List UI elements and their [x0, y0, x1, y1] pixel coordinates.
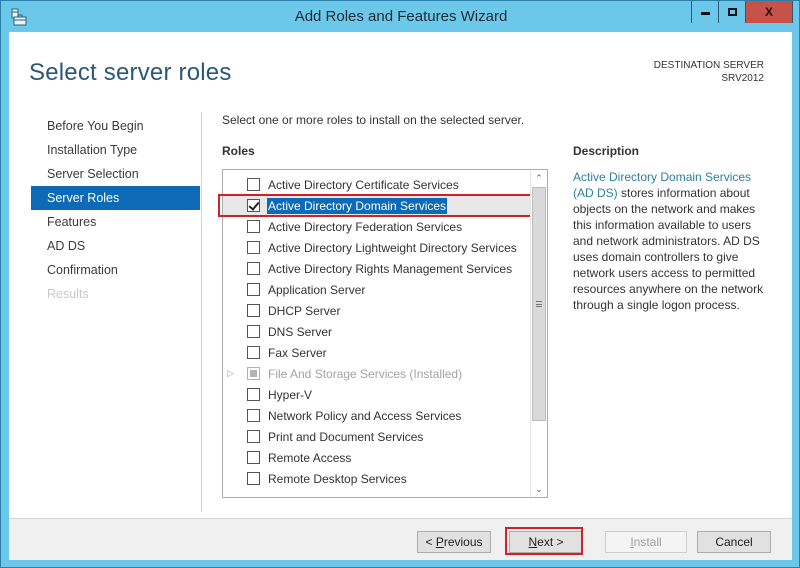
nav-item-before-you-begin[interactable]: Before You Begin: [31, 114, 200, 138]
role-item[interactable]: DNS Server: [223, 321, 531, 342]
role-checkbox[interactable]: [247, 220, 260, 233]
role-item[interactable]: Active Directory Rights Management Servi…: [223, 258, 531, 279]
scroll-thumb[interactable]: [532, 187, 546, 421]
roles-list[interactable]: Active Directory Certificate Services Act…: [218, 169, 548, 498]
role-item[interactable]: Network Policy and Access Services: [223, 405, 531, 426]
role-label: Network Policy and Access Services: [268, 408, 462, 423]
title-bar[interactable]: Add Roles and Features Wizard X: [1, 1, 800, 33]
role-item[interactable]: Application Server: [223, 279, 531, 300]
role-label: Active Directory Domain Services: [267, 197, 448, 214]
previous-rest: revious: [443, 535, 483, 549]
role-label: Print and Document Services: [268, 429, 424, 444]
wizard-footer: < Previous Next > Install Cancel: [9, 518, 792, 560]
role-label: Active Directory Lightweight Directory S…: [268, 240, 517, 255]
nav-item-results: Results: [47, 287, 89, 301]
role-checkbox[interactable]: [247, 199, 260, 212]
role-checkbox[interactable]: [247, 241, 260, 254]
window-controls: X: [691, 1, 793, 23]
scroll-up-button[interactable]: ⌃: [531, 170, 547, 186]
roles-list-items: Active Directory Certificate Services Act…: [218, 174, 534, 489]
role-label: File And Storage Services (Installed): [268, 366, 463, 381]
page-title: Select server roles: [29, 59, 232, 86]
description-heading: Description: [573, 144, 640, 158]
role-item[interactable]: ▷ File And Storage Services (Installed): [223, 363, 531, 384]
role-label: Application Server: [268, 282, 366, 297]
role-item[interactable]: Remote Access: [223, 447, 531, 468]
chevron-down-icon: ⌄: [535, 483, 543, 494]
role-item[interactable]: Active Directory Lightweight Directory S…: [223, 237, 531, 258]
nav-item-installation-type[interactable]: Installation Type: [31, 138, 200, 162]
role-item[interactable]: Active Directory Domain Services: [218, 194, 534, 217]
role-item[interactable]: Active Directory Federation Services: [223, 216, 531, 237]
nav-item-ad-ds[interactable]: AD DS: [31, 234, 200, 258]
instruction-text: Select one or more roles to install on t…: [222, 113, 525, 127]
role-checkbox[interactable]: [247, 304, 260, 317]
role-item[interactable]: Fax Server: [223, 342, 531, 363]
install-button[interactable]: Install: [605, 531, 687, 553]
destination-server: DESTINATION SERVER SRV2012: [654, 59, 764, 85]
nav-divider: [201, 112, 202, 512]
minimize-icon: [700, 12, 710, 15]
nav-item-server-selection[interactable]: Server Selection: [31, 162, 200, 186]
maximize-icon: [727, 8, 737, 16]
expand-arrow-icon[interactable]: ▷: [227, 368, 237, 379]
roles-list-scrollbar[interactable]: ⌃ ⌄: [530, 170, 547, 497]
grip-icon: [536, 301, 542, 307]
role-label: Active Directory Rights Management Servi…: [268, 261, 513, 276]
destination-label: DESTINATION SERVER: [653, 60, 764, 71]
wizard-window: Add Roles and Features Wizard X Select s…: [0, 0, 800, 568]
role-checkbox[interactable]: [247, 262, 260, 275]
role-item[interactable]: Hyper-V: [223, 384, 531, 405]
role-checkbox[interactable]: [247, 178, 260, 191]
role-label: Remote Access: [268, 450, 352, 465]
role-label: DHCP Server: [268, 303, 341, 318]
role-checkbox[interactable]: [247, 409, 260, 422]
role-label: Remote Desktop Services: [268, 471, 407, 486]
close-button[interactable]: X: [746, 1, 792, 23]
role-label: Hyper-V: [268, 387, 313, 402]
role-item[interactable]: Print and Document Services: [223, 426, 531, 447]
description-text: Active Directory Domain Services (AD DS)…: [573, 169, 771, 313]
cancel-button[interactable]: Cancel: [697, 531, 771, 553]
role-checkbox[interactable]: [247, 472, 260, 485]
role-checkbox[interactable]: [247, 367, 260, 380]
nav-item-confirmation[interactable]: Confirmation: [31, 258, 200, 282]
role-label: Active Directory Federation Services: [268, 219, 463, 234]
role-checkbox[interactable]: [247, 388, 260, 401]
role-checkbox[interactable]: [247, 451, 260, 464]
close-icon: X: [764, 5, 773, 19]
roles-heading: Roles: [222, 144, 255, 158]
role-item[interactable]: Remote Desktop Services: [223, 468, 531, 489]
role-label: DNS Server: [268, 324, 333, 339]
install-rest: nstall: [633, 535, 662, 549]
role-checkbox[interactable]: [247, 325, 260, 338]
previous-prefix: <: [425, 535, 436, 549]
role-checkbox[interactable]: [247, 346, 260, 359]
wizard-content: Select server roles DESTINATION SERVER S…: [9, 32, 792, 560]
role-item[interactable]: DHCP Server: [223, 300, 531, 321]
description-body: stores information about objects on the …: [573, 186, 764, 312]
minimize-button[interactable]: [692, 1, 719, 23]
nav-item-server-roles[interactable]: Server Roles: [31, 186, 200, 210]
maximize-button[interactable]: [719, 1, 746, 23]
previous-button[interactable]: < Previous: [417, 531, 491, 553]
role-checkbox[interactable]: [247, 283, 260, 296]
scroll-down-button[interactable]: ⌄: [531, 481, 547, 497]
chevron-up-icon: ⌃: [535, 172, 543, 183]
nav-item-features[interactable]: Features: [31, 210, 200, 234]
wizard-steps-nav: Before You Begin Installation Type Server …: [31, 114, 200, 306]
role-label: Active Directory Certificate Services: [268, 177, 459, 192]
previous-accel: P: [435, 535, 444, 549]
role-checkbox[interactable]: [247, 430, 260, 443]
role-item[interactable]: Active Directory Certificate Services: [223, 174, 531, 195]
next-button-highlight: [505, 527, 583, 555]
role-label: Fax Server: [268, 345, 327, 360]
window-title: Add Roles and Features Wizard: [294, 8, 508, 25]
destination-value: SRV2012: [721, 73, 764, 84]
